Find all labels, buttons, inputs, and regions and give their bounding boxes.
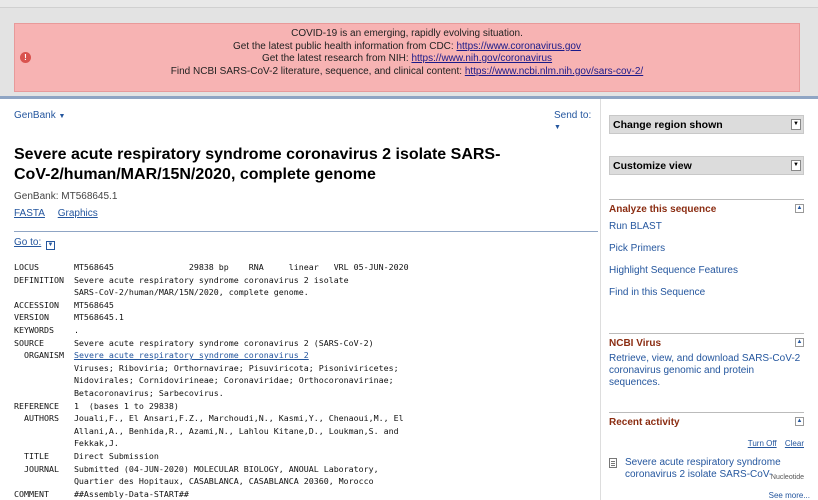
clear-link[interactable]: Clear [785,439,804,448]
title-field: TITLE Direct Submission [14,450,159,461]
analyze-title: Analyze this sequence [609,204,717,215]
banner-line-4: Find NCBI SARS-CoV-2 literature, sequenc… [170,65,644,77]
highlight-features-link[interactable]: Highlight Sequence Features [609,265,804,276]
recent-activity-actions: Turn Off Clear [742,439,804,448]
browser-top-strip [0,0,818,8]
banner-line-1: COVID-19 is an emerging, rapidly evolvin… [291,28,523,39]
recent-activity-title: Recent activity [609,417,680,428]
ncbi-virus-title: NCBI Virus [609,338,662,349]
chevron-down-icon: ▼ [46,241,56,250]
right-sidebar: Change region shown ▼ Customize view ▼ A… [600,99,818,500]
document-icon [609,458,617,468]
recent-activity-panel: Recent activity ▲ Turn Off Clear Severe … [609,412,804,500]
chevron-down-icon: ▼ [791,119,801,130]
send-to-menu[interactable]: Send to: ▼ [554,110,600,132]
database-menu[interactable]: GenBank ▼ [14,110,65,121]
collapse-icon[interactable]: ▲ [795,204,804,213]
version-field: VERSION MT568645.1 [14,312,124,323]
banner-line-2: Get the latest public health information… [233,40,581,52]
locus-line: LOCUS MT568645 29838 bp RNA linear VRL 0… [14,262,409,272]
recent-item-type: Nucleotide [770,474,804,481]
comment-field: COMMENT ##Assembly-Data-START## [14,488,189,499]
format-links: FASTA Graphics [14,208,108,219]
turn-off-link[interactable]: Turn Off [748,439,777,448]
authors-field: AUTHORS Jouali,F., El Ansari,F.Z., March… [23,413,404,449]
pick-primers-link[interactable]: Pick Primers [609,243,804,254]
organism-field: ORGANISM Severe acute respiratory syndro… [14,350,309,361]
collapse-icon[interactable]: ▲ [795,417,804,426]
section-rule [14,231,598,232]
nih-link[interactable]: https://www.nih.gov/coronavirus [411,53,552,64]
source-field: SOURCE Severe acute respiratory syndrome… [14,337,374,348]
caret-down-icon: ▼ [554,124,561,131]
keywords-field: KEYWORDS . [14,324,79,335]
run-blast-link[interactable]: Run BLAST [609,221,804,232]
accession-version: GenBank: MT568645.1 [14,191,118,202]
banner-line-3: Get the latest research from NIH: https:… [261,53,553,64]
chevron-down-icon: ▼ [791,160,801,171]
page-title: Severe acute respiratory syndrome corona… [14,146,501,183]
cdc-link[interactable]: https://www.coronavirus.gov [456,41,581,52]
reference-field: REFERENCE 1 (bases 1 to 29838) [14,400,179,411]
ncbi-virus-panel: NCBI Virus ▲ Retrieve, view, and downloa… [609,333,804,389]
definition-line: DEFINITION Severe acute respiratory synd… [14,274,349,298]
main-content: GenBank ▼ Send to: ▼ Severe acute respir… [0,99,600,500]
alert-icon: ! [20,52,31,63]
find-in-sequence-link[interactable]: Find in this Sequence [609,287,804,298]
analyze-panel: Analyze this sequence ▲ Run BLAST Pick P… [609,199,804,298]
goto-menu[interactable]: Go to: ▼ [14,237,56,250]
organism-taxonomy: Viruses; Riboviria; Orthornavirae; Pisuv… [73,362,399,398]
caret-down-icon: ▼ [58,113,66,120]
graphics-link[interactable]: Graphics [58,208,98,219]
see-more-link[interactable]: See more... [769,491,810,500]
ncbi-virus-description[interactable]: Retrieve, view, and download SARS-CoV-2 … [609,353,804,389]
covid-alert-banner: ! COVID-19 is an emerging, rapidly evolv… [14,23,800,92]
ncbi-sars-cov-2-link[interactable]: https://www.ncbi.nlm.nih.gov/sars-cov-2/ [465,66,643,77]
accession-field: ACCESSION MT568645 [14,299,114,310]
collapse-icon[interactable]: ▲ [795,338,804,347]
organism-link[interactable]: Severe acute respiratory syndrome corona… [74,350,309,360]
customize-view-dropdown[interactable]: Customize view ▼ [609,156,804,175]
change-region-dropdown[interactable]: Change region shown ▼ [609,115,804,134]
fasta-link[interactable]: FASTA [14,208,45,219]
recent-activity-item[interactable]: Severe acute respiratory syndrome corona… [609,457,804,481]
covid-banner-area: ! COVID-19 is an emerging, rapidly evolv… [0,8,818,96]
genbank-flatfile: LOCUS MT568645 29838 bp RNA linear VRL 0… [14,261,409,500]
journal-field: JOURNAL Submitted (04-JUN-2020) MOLECULA… [23,463,379,487]
